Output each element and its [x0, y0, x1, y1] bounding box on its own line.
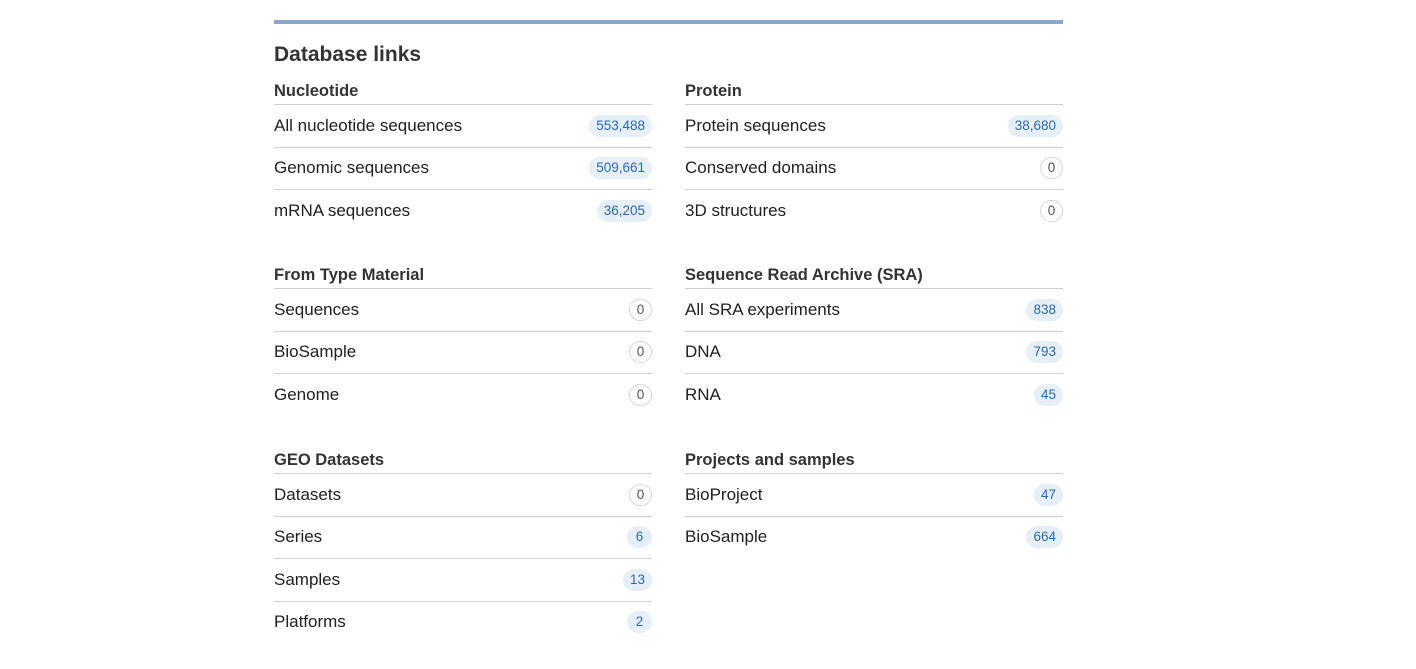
link-label: Series [274, 527, 323, 547]
link-row[interactable]: DNA 793 [685, 332, 1063, 374]
section-geo: GEO Datasets Datasets 0 Series 6 Samples… [274, 450, 652, 643]
link-row[interactable]: BioSample 0 [274, 332, 652, 374]
link-row[interactable]: BioSample 664 [685, 517, 1063, 559]
count-badge: 0 [629, 383, 652, 406]
count-badge: 553,488 [589, 114, 652, 137]
link-label: All nucleotide sequences [274, 115, 463, 135]
section-protein: Protein Protein sequences 38,680 Conserv… [685, 81, 1063, 232]
section-title: From Type Material [274, 265, 652, 289]
count-badge: 36,205 [596, 199, 652, 222]
section-projects: Projects and samples BioProject 47 BioSa… [685, 450, 1063, 558]
panel-title: Database links [274, 43, 422, 66]
count-badge: 45 [1033, 383, 1063, 406]
section-title: Nucleotide [274, 81, 652, 105]
link-row[interactable]: All SRA experiments 838 [685, 289, 1063, 332]
link-row[interactable]: Genome 0 [274, 374, 652, 416]
link-row[interactable]: Platforms 2 [274, 602, 652, 644]
section-sra: Sequence Read Archive (SRA) All SRA expe… [685, 265, 1063, 416]
count-badge: 0 [629, 298, 652, 321]
count-badge: 2 [627, 611, 652, 634]
count-badge: 793 [1026, 341, 1063, 364]
link-label: mRNA sequences [274, 200, 411, 220]
section-title: GEO Datasets [274, 450, 652, 474]
top-divider [274, 20, 1063, 24]
link-row[interactable]: Samples 13 [274, 559, 652, 602]
link-row[interactable]: BioProject 47 [685, 474, 1063, 517]
link-row[interactable]: mRNA sequences 36,205 [274, 190, 652, 232]
link-label: Samples [274, 569, 341, 589]
section-title: Protein [685, 81, 1063, 105]
link-label: Protein sequences [685, 115, 826, 135]
link-label: Conserved domains [685, 158, 837, 178]
link-row[interactable]: 3D structures 0 [685, 190, 1063, 232]
database-links-panel: Database links Nucleotide All nucleotide… [274, 20, 1063, 634]
link-label: BioSample [274, 342, 357, 362]
count-badge: 0 [1040, 199, 1063, 222]
section-nucleotide: Nucleotide All nucleotide sequences 553,… [274, 81, 652, 232]
link-label: Platforms [274, 612, 346, 632]
link-label: Genome [274, 384, 340, 404]
link-row[interactable]: Sequences 0 [274, 289, 652, 332]
link-label: 3D structures [685, 200, 787, 220]
link-label: Datasets [274, 484, 342, 504]
count-badge: 664 [1026, 526, 1063, 549]
count-badge: 0 [629, 483, 652, 506]
link-row[interactable]: All nucleotide sequences 553,488 [274, 105, 652, 148]
count-badge: 47 [1033, 483, 1063, 506]
count-badge: 13 [622, 568, 652, 591]
link-label: BioSample [685, 527, 768, 547]
link-row[interactable]: RNA 45 [685, 374, 1063, 416]
link-row[interactable]: Genomic sequences 509,661 [274, 148, 652, 190]
count-badge: 0 [629, 341, 652, 364]
section-title: Projects and samples [685, 450, 1063, 474]
link-label: DNA [685, 342, 721, 362]
link-row[interactable]: Conserved domains 0 [685, 148, 1063, 190]
link-label: All SRA experiments [685, 299, 840, 319]
link-row[interactable]: Series 6 [274, 517, 652, 559]
section-title: Sequence Read Archive (SRA) [685, 265, 1063, 289]
count-badge: 838 [1026, 298, 1063, 321]
link-label: RNA [685, 384, 721, 404]
link-row[interactable]: Datasets 0 [274, 474, 652, 517]
count-badge: 0 [1040, 157, 1063, 180]
link-label: Genomic sequences [274, 158, 429, 178]
link-label: BioProject [685, 484, 763, 504]
link-label: Sequences [274, 299, 360, 319]
link-row[interactable]: Protein sequences 38,680 [685, 105, 1063, 148]
count-badge: 38,680 [1007, 114, 1063, 137]
count-badge: 509,661 [589, 157, 652, 180]
count-badge: 6 [627, 526, 652, 549]
section-type-material: From Type Material Sequences 0 BioSample… [274, 265, 652, 416]
